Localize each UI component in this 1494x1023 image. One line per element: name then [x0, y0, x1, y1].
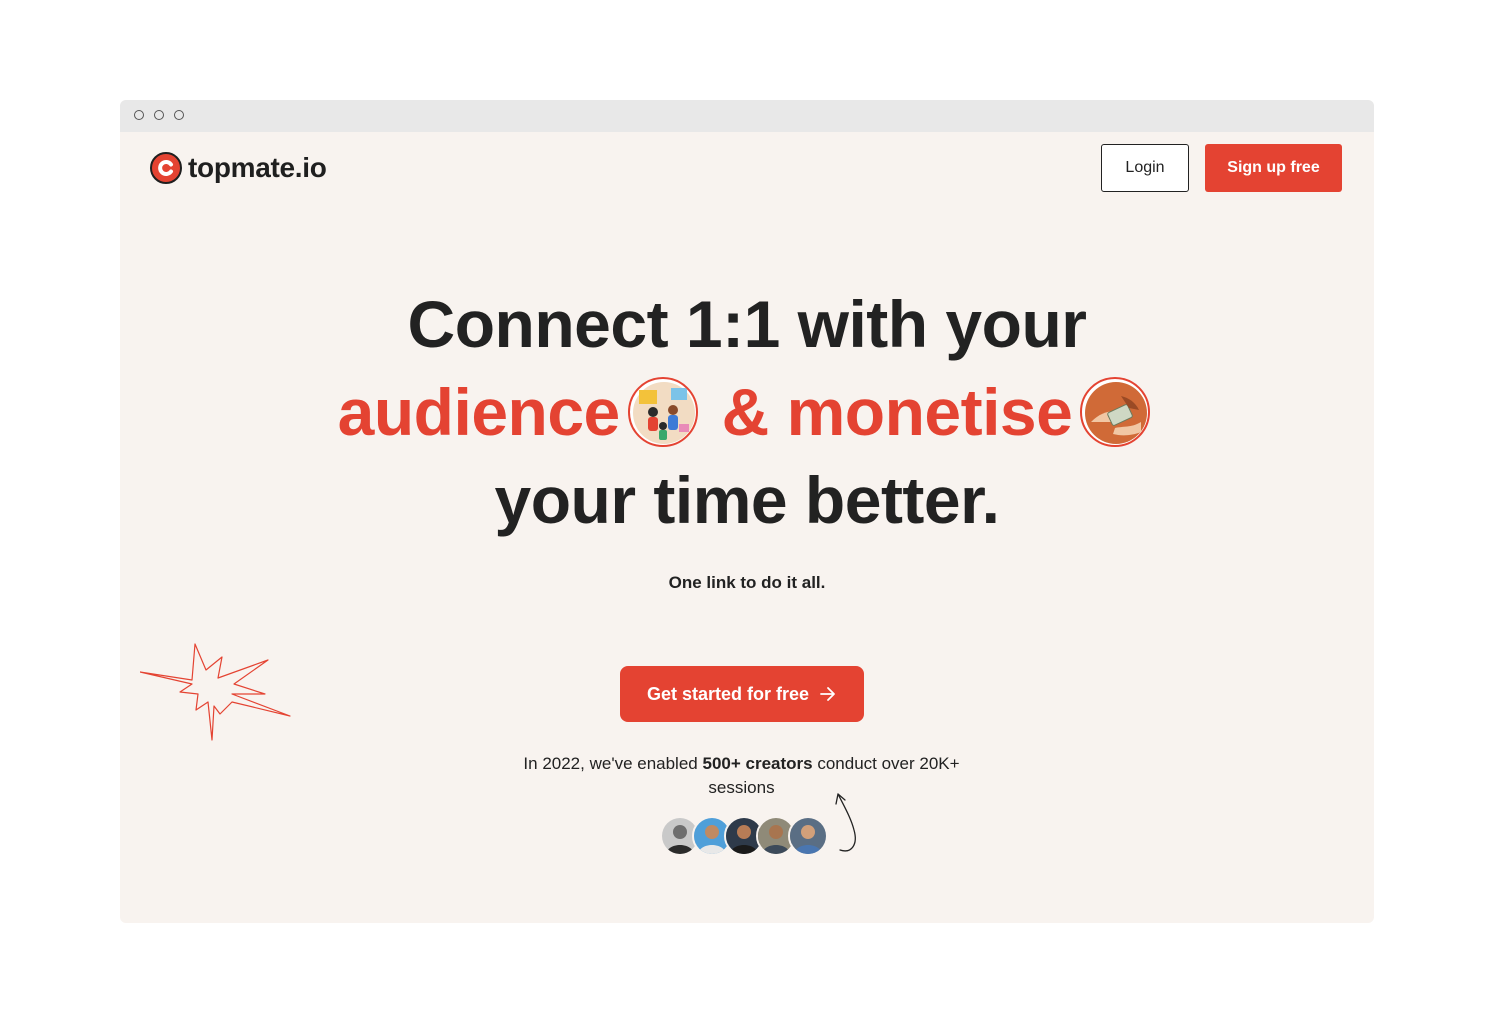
sparkle-burst-decoration — [140, 643, 291, 741]
hero-tagline: One link to do it all. — [668, 573, 826, 592]
creator-avatars — [660, 816, 830, 856]
login-button[interactable]: Login — [1101, 144, 1189, 192]
audience-illustration-image — [627, 377, 698, 447]
stats-highlight: 500+ creators — [702, 754, 813, 773]
window-control-minimize[interactable] — [154, 110, 164, 120]
stats-prefix: In 2022, we've enabled — [523, 754, 703, 773]
headline-monetise: & monetise — [721, 375, 1073, 449]
headline-audience: audience — [337, 375, 621, 449]
window-control-maximize[interactable] — [174, 110, 184, 120]
arrow-right-icon — [820, 687, 835, 701]
headline-line-2: audience & monetise — [120, 368, 1374, 456]
brand-logo-link[interactable]: topmate.io — [150, 152, 327, 184]
browser-window: topmate.io Login Sign up free Connect 1:… — [120, 100, 1374, 923]
curved-arrow-decoration — [835, 793, 856, 852]
headline-line-3: your time better. — [494, 463, 1000, 537]
headline-line-1: Connect 1:1 with your — [407, 287, 1087, 361]
window-control-close[interactable] — [134, 110, 144, 120]
get-started-label: Get started for free — [646, 683, 810, 704]
window-titlebar — [120, 100, 1374, 132]
topmate-logo-icon — [150, 152, 182, 184]
brand-name: topmate.io — [188, 152, 327, 183]
creator-stats-text: In 2022, we've enabled 500+ creators con… — [490, 752, 993, 800]
get-started-button[interactable]: Get started for free — [620, 666, 864, 722]
avatar — [788, 816, 828, 856]
money-illustration-image — [1080, 377, 1151, 447]
signup-button[interactable]: Sign up free — [1205, 144, 1342, 192]
hero-headline: Connect 1:1 with your audience & monetis… — [120, 280, 1374, 544]
